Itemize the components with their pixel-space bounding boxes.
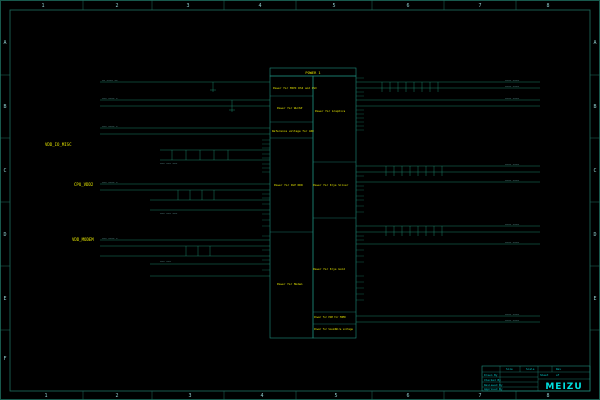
svg-text:~~ ~~~~ ~~: ~~ ~~~~ ~~ bbox=[102, 79, 118, 82]
row-label-right-e: E bbox=[593, 296, 596, 302]
group-title-krys-silver: Power for Krys Silver bbox=[313, 183, 349, 187]
col-label-bottom-8: 8 bbox=[546, 393, 549, 399]
group-title-pam: Power for PAM for MIMO bbox=[314, 316, 346, 319]
col-label-bottom-6: 6 bbox=[406, 393, 409, 399]
svg-text:~~~ ~~~ ~~~: ~~~ ~~~ ~~~ bbox=[160, 162, 178, 165]
meizu-logo: MEIZU bbox=[545, 382, 582, 392]
row-label-left-f: F bbox=[3, 356, 6, 362]
col-label-top-5: 5 bbox=[332, 3, 335, 9]
outer-frame bbox=[0, 0, 600, 400]
row-label-left-c: C bbox=[3, 168, 6, 174]
col-label-bottom-5: 5 bbox=[334, 393, 337, 399]
col-label-bottom-4: 4 bbox=[260, 393, 263, 399]
group-title-graphics: Power for Graphics bbox=[315, 109, 346, 113]
group-title-adc: Reference voltage for ADC bbox=[272, 129, 314, 133]
group-title-modem: Power for Modem bbox=[277, 282, 303, 286]
col-label-top-7: 7 bbox=[478, 3, 481, 9]
group-title-mipi: Power for MIPI DSI and CSI bbox=[273, 86, 317, 90]
col-label-top-2: 2 bbox=[115, 3, 118, 9]
title-block-of: of bbox=[556, 373, 560, 377]
svg-text:~~~~ ~~~~: ~~~~ ~~~~ bbox=[505, 223, 519, 226]
col-label-top-8: 8 bbox=[546, 3, 549, 9]
col-label-top-3: 3 bbox=[186, 3, 189, 9]
power-block-title: POWER 1 bbox=[305, 71, 320, 75]
svg-text:~~~ ~~~~ ~: ~~~ ~~~~ ~ bbox=[102, 237, 118, 240]
row-label-left-b: B bbox=[3, 104, 6, 110]
col-label-bottom-1: 1 bbox=[44, 393, 47, 399]
svg-text:~~~~ ~~~~: ~~~~ ~~~~ bbox=[505, 319, 519, 322]
svg-text:~~~~ ~~~~: ~~~~ ~~~~ bbox=[505, 179, 519, 182]
title-block-sheet: Sheet bbox=[540, 373, 549, 377]
svg-text:~~~ ~~~~ ~: ~~~ ~~~~ ~ bbox=[102, 125, 118, 128]
col-label-bottom-7: 7 bbox=[478, 393, 481, 399]
col-label-top-6: 6 bbox=[406, 3, 409, 9]
row-label-left-d: D bbox=[3, 232, 6, 238]
rail-label-vdd-modem: VDD_MODEM bbox=[72, 237, 94, 242]
group-title-soundwire: Power for SoundWire voltage bbox=[314, 328, 353, 331]
group-title-krys-gold: Power for Krys Gold bbox=[313, 267, 345, 271]
title-block-size: Size bbox=[506, 367, 513, 371]
row-label-right-b: B bbox=[593, 104, 596, 110]
title-block-checked-by: Checked By bbox=[484, 378, 501, 382]
row-label-right-d: D bbox=[593, 232, 596, 238]
svg-text:~~~ ~~~~ ~: ~~~ ~~~~ ~ bbox=[102, 97, 118, 100]
row-label-left-a: A bbox=[3, 40, 6, 46]
col-label-top-4: 4 bbox=[258, 3, 261, 9]
schematic-sheet: 1 2 3 4 5 6 7 8 1 2 3 4 5 6 7 8 A B C D … bbox=[0, 0, 600, 400]
group-title-pop-ddr: Power for PoP DDR bbox=[274, 183, 303, 187]
svg-text:~~~~ ~~~~: ~~~~ ~~~~ bbox=[505, 85, 519, 88]
row-label-right-c: C bbox=[593, 168, 596, 174]
title-block-rev: Rev bbox=[556, 367, 561, 371]
title-block-drawn-by: Drawn By bbox=[484, 373, 498, 377]
group-title-wlcsp: Power for WLCSP bbox=[277, 106, 303, 110]
rail-label-cpu-vdd2: CPU_VDD2 bbox=[74, 182, 94, 187]
row-label-left-e: E bbox=[3, 296, 6, 302]
svg-text:~~~ ~~~~ ~: ~~~ ~~~~ ~ bbox=[102, 181, 118, 184]
col-label-top-1: 1 bbox=[41, 3, 44, 9]
title-block-scale: Scale bbox=[526, 367, 535, 371]
svg-text:~~~ ~~~ ~~~: ~~~ ~~~ ~~~ bbox=[160, 212, 178, 215]
svg-text:~~~~ ~~~~: ~~~~ ~~~~ bbox=[505, 79, 519, 82]
col-label-bottom-2: 2 bbox=[115, 393, 118, 399]
svg-text:~~~~ ~~~~: ~~~~ ~~~~ bbox=[505, 163, 519, 166]
svg-text:~~~~ ~~~~: ~~~~ ~~~~ bbox=[505, 313, 519, 316]
svg-text:~~~~ ~~~~: ~~~~ ~~~~ bbox=[505, 241, 519, 244]
col-label-bottom-3: 3 bbox=[188, 393, 191, 399]
svg-text:~~~ ~~~: ~~~ ~~~ bbox=[160, 260, 171, 263]
title-block-approved-by: Approved By bbox=[484, 387, 503, 391]
rail-label-vddio-misc: VDD_IO_MISC bbox=[45, 142, 72, 147]
row-label-right-a: A bbox=[593, 40, 596, 46]
svg-text:~~~~ ~~~~: ~~~~ ~~~~ bbox=[505, 97, 519, 100]
